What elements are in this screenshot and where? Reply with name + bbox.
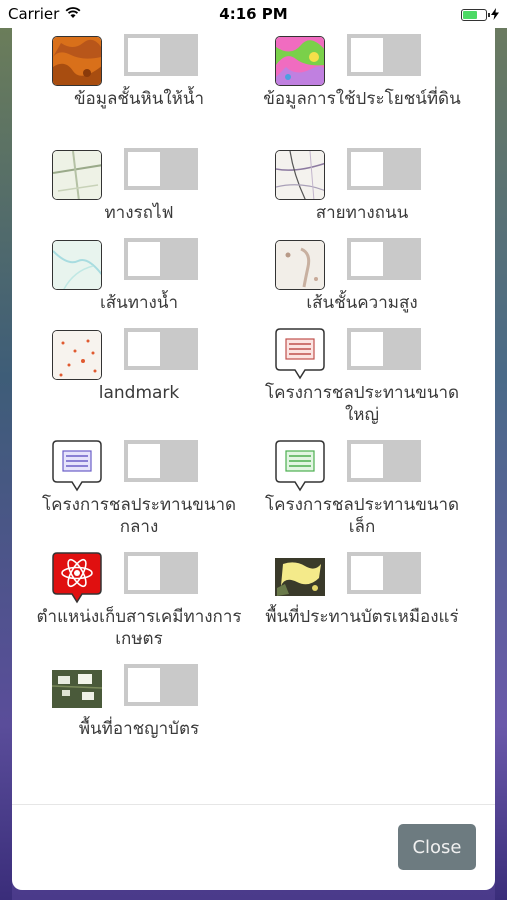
layer-item-irrigation-small: โครงการชลประทานขนาดเล็ก	[247, 434, 487, 544]
geology-map-thumbnail	[52, 36, 102, 86]
layer-picker-modal: ข้อมูลชั้นหินให้น้ำ ข้อมูลการใช้ประโยชน์…	[12, 28, 495, 890]
background-map-right	[495, 28, 507, 900]
groundwater-toggle[interactable]	[124, 34, 198, 76]
layer-item-irrigation-large: โครงการชลประทานขนาดใหญ่	[247, 322, 487, 432]
chemical-atom-pin-icon	[52, 552, 102, 604]
railway-toggle[interactable]	[124, 148, 198, 190]
status-right	[461, 6, 499, 24]
status-bar: Carrier 4:16 PM	[0, 0, 507, 28]
landuse-toggle[interactable]	[347, 34, 421, 76]
charging-bolt-icon	[491, 6, 499, 24]
layer-item-concession: พื้นที่อาชญาบัตร	[24, 658, 264, 768]
footer-divider	[12, 804, 495, 805]
battery-icon	[461, 9, 490, 21]
red-project-pin-icon	[275, 328, 325, 380]
landmark-toggle[interactable]	[124, 328, 198, 370]
layer-label: โครงการชลประทานขนาดเล็ก	[264, 495, 460, 537]
railway-map-thumbnail	[52, 150, 102, 200]
layer-item-mining: พื้นที่ประทานบัตรเหมืองแร่	[247, 546, 487, 656]
road-toggle[interactable]	[347, 148, 421, 190]
layer-label: โครงการชลประทานขนาดกลาง	[41, 495, 237, 537]
waterway-map-thumbnail	[52, 240, 102, 290]
irrigation-small-toggle[interactable]	[347, 440, 421, 482]
layer-label: เส้นทางน้ำ	[99, 293, 179, 313]
layer-label: ข้อมูลชั้นหินให้น้ำ	[73, 89, 205, 109]
landmark-map-thumbnail	[52, 330, 102, 380]
layer-label: เส้นชั้นความสูง	[306, 293, 418, 313]
layer-label: ตำแหน่งเก็บสารเคมีทางการเกษตร	[36, 607, 242, 649]
purple-project-pin-icon	[52, 440, 102, 492]
waterway-toggle[interactable]	[124, 238, 198, 280]
layer-label: ทางรถไฟ	[104, 203, 174, 223]
status-time: 4:16 PM	[219, 5, 288, 23]
layer-label: สายทางถนน	[315, 203, 409, 223]
contour-map-thumbnail	[275, 240, 325, 290]
close-button[interactable]: Close	[398, 824, 476, 870]
mining-toggle[interactable]	[347, 552, 421, 594]
layer-item-chemical: ตำแหน่งเก็บสารเคมีทางการเกษตร	[24, 546, 264, 656]
layer-label: ข้อมูลการใช้ประโยชน์ที่ดิน	[263, 89, 461, 109]
landuse-map-thumbnail	[275, 36, 325, 86]
mining-map-thumbnail	[275, 558, 325, 596]
road-map-thumbnail	[275, 150, 325, 200]
irrigation-medium-toggle[interactable]	[124, 440, 198, 482]
layer-label: landmark	[98, 383, 180, 403]
concession-toggle[interactable]	[124, 664, 198, 706]
contour-toggle[interactable]	[347, 238, 421, 280]
green-project-pin-icon	[275, 440, 325, 492]
chemical-toggle[interactable]	[124, 552, 198, 594]
layer-label: โครงการชลประทานขนาดใหญ่	[264, 383, 460, 425]
irrigation-large-toggle[interactable]	[347, 328, 421, 370]
layer-item-landmark: landmark	[24, 322, 264, 432]
layer-item-groundwater: ข้อมูลชั้นหินให้น้ำ	[24, 28, 264, 138]
background-map-left	[0, 28, 12, 900]
layer-label: พื้นที่อาชญาบัตร	[78, 719, 200, 739]
layer-item-landuse: ข้อมูลการใช้ประโยชน์ที่ดิน	[247, 28, 487, 138]
layer-label: พื้นที่ประทานบัตรเหมืองแร่	[265, 607, 459, 627]
concession-map-thumbnail	[52, 670, 102, 708]
layer-item-irrigation-medium: โครงการชลประทานขนาดกลาง	[24, 434, 264, 544]
